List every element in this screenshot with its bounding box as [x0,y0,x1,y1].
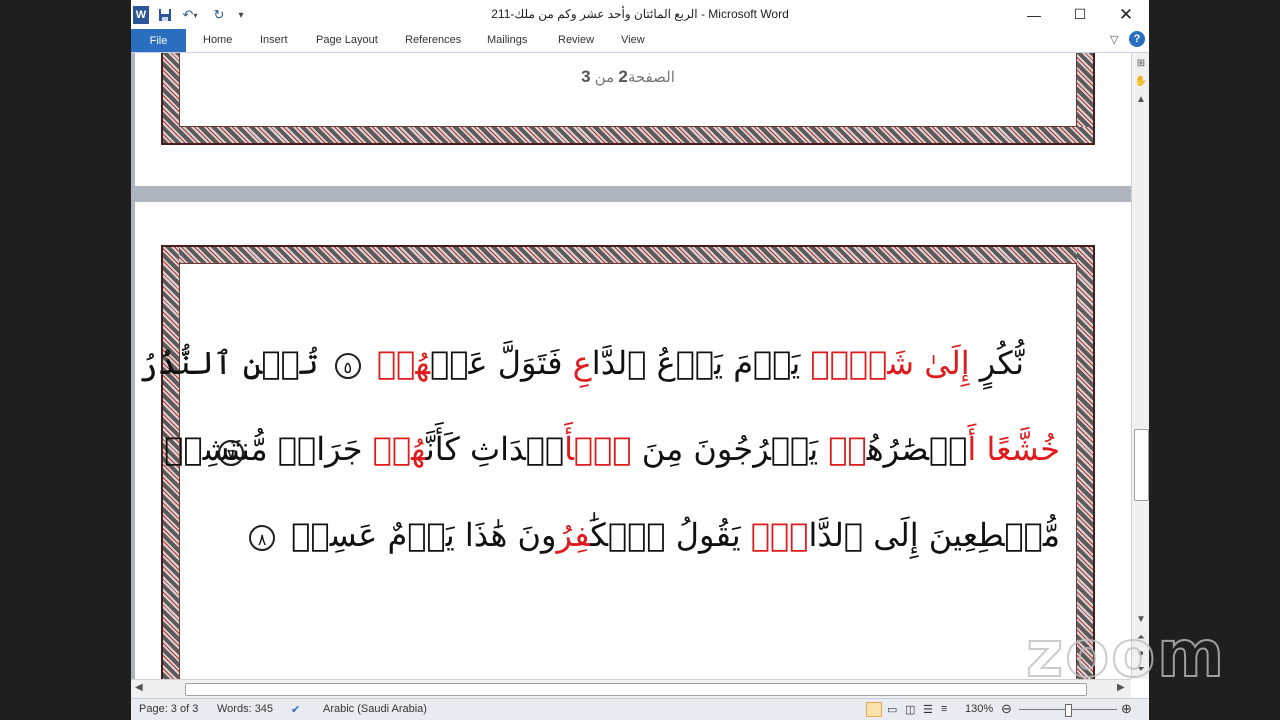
tab-page-layout[interactable]: Page Layout [316,34,378,46]
zoom-out-icon[interactable]: ⊖ [1001,701,1012,717]
status-language[interactable]: Arabic (Saudi Arabia) [323,703,427,715]
word-window: W ↶ ▾ ↻ ▾ الربع المائتان وأحد عشر وكم من … [131,0,1149,720]
vertical-scroll-thumb[interactable] [1134,429,1149,501]
maximize-icon[interactable]: ☐ [1057,0,1103,29]
verse-text-red: عِۖ [750,516,809,554]
outline-icon[interactable]: ☰ [923,703,933,716]
window-title: الربع المائتان وأحد عشر وكم من ملك-211 -… [491,7,789,21]
verse-text: ونَ هَٰذَا يَوۡمٌ عَسِرٞ [291,516,557,554]
status-words[interactable]: Words: 345 [217,703,273,715]
zoom-watermark: zoom [1025,617,1226,693]
tab-insert[interactable]: Insert [260,34,288,46]
verse-text: يَقُولُ ٱلۡكَٰ [590,516,741,554]
verse-text-red: فِرُ [556,516,591,554]
page-footer-num: 2 [618,67,628,86]
verse-text-red: هُمۡ [372,430,426,468]
verse-text-red: خُشَّعًا أَ [967,430,1060,468]
scroll-up-icon[interactable]: ▲ [1134,93,1148,107]
page-number-footer: الصفحة2 من 3 [180,67,1076,87]
verse-line-1: نُّكُرٍ إِلَىٰ شَيۡءٖ يَوۡمَ يَدۡعُ ٱلدَ… [139,344,1060,382]
verse-text: مُّهۡطِعِينَ إِلَى ٱلدَّا [808,516,1060,554]
verse-number-icon: ٧ [218,440,244,466]
hand-icon[interactable]: ✋ [1134,75,1148,89]
status-page[interactable]: Page: 3 of 3 [139,703,198,715]
zoom-level[interactable]: 130% [965,703,993,715]
tab-mailings[interactable]: Mailings [487,34,527,46]
full-screen-reading-icon[interactable]: ▭ [887,703,897,716]
verse-text: يَوۡمَ يَدۡعُ ٱلدَّا [591,344,801,382]
verse-text-red: هُمۡ [376,344,431,382]
print-layout-icon[interactable] [866,702,882,717]
verse-number-icon: ٥ [334,352,361,379]
verse-text: فَتَوَلَّ عَنۡ [430,344,563,382]
horizontal-scroll-thumb[interactable] [185,683,1087,696]
verse-text-red: ٱلۡأَ [564,430,632,468]
verse-text: بۡصَٰرُهُ [866,430,968,468]
verse-text-red: عِ [572,344,592,382]
web-layout-icon[interactable]: ◫ [905,703,915,716]
tab-references[interactable]: References [405,34,461,46]
verse-line-2: ٦ خُشَّعًا أَبۡصَٰرُهُمۡ يَخۡرُجُونَ مِن… [164,430,1060,468]
close-icon[interactable]: ✕ [1103,0,1149,29]
verse-text-red: مۡ [828,430,867,468]
page-border: الصفحة2 من 3 [161,53,1095,145]
document-area[interactable]: الصفحة2 من 3 نُّكُرٍ إِلَىٰ شَيۡءٖ يَوۡم… [131,53,1131,679]
tab-review[interactable]: Review [558,34,594,46]
page-border-inner: الصفحة2 من 3 [179,53,1077,127]
page-border: نُّكُرٍ إِلَىٰ شَيۡءٖ يَوۡمَ يَدۡعُ ٱلدَ… [139,245,1095,679]
page-footer-label: الصفحة [627,69,675,86]
page-footer-of: من [594,69,615,86]
verse-text-red: إِلَىٰ شَيۡءٖ [810,344,970,382]
verse-text: تُغۡنِ ٱلنُّذُرُ [138,344,319,382]
scroll-left-icon[interactable]: ◀ [135,682,143,693]
verse-number-icon: ٨ [249,524,276,551]
verse-text: نُّكُرٍ [979,344,1024,382]
verse-text: جَرَادٞ مُّنتَشِرٞ [164,430,363,468]
ribbon-minimize-icon[interactable]: ▽ [1110,33,1118,46]
help-icon[interactable]: ? [1129,31,1145,47]
page-footer-page: 3 [581,67,591,86]
draft-icon[interactable]: ≡ [941,703,947,715]
zoom-in-icon[interactable]: ⊕ [1121,701,1132,717]
minimize-icon[interactable]: — [1011,0,1057,29]
vertical-scrollbar[interactable]: ⊞ ✋ ▲ ▼ ⏶ ● ⏷ [1131,53,1149,679]
ribbon-tabs: File Home Insert Page Layout References … [131,29,1149,53]
proofing-icon[interactable]: ✔ [291,703,300,716]
page-border-inner: نُّكُرٍ إِلَىٰ شَيۡءٖ يَوۡمَ يَدۡعُ ٱلدَ… [139,263,1077,679]
file-tab[interactable]: File [131,29,186,52]
page-3: نُّكُرٍ إِلَىٰ شَيۡءٖ يَوۡمَ يَدۡعُ ٱلدَ… [135,202,1131,679]
status-bar: Page: 3 of 3 Words: 345 ✔ Arabic (Saudi … [131,698,1149,720]
verse-text: يَخۡرُجُونَ مِنَ [641,430,819,468]
horizontal-scrollbar[interactable]: ◀ ▶ [131,679,1131,698]
tab-view[interactable]: View [621,34,645,46]
verse-text: جۡدَاثِ كَأَنَّ [425,430,565,468]
tab-home[interactable]: Home [203,34,232,46]
page-2-bottom: الصفحة2 من 3 [135,53,1131,186]
page-gap [135,186,1131,202]
zoom-slider-thumb[interactable] [1065,704,1072,717]
verse-line-3: ٧ مُّهۡطِعِينَ إِلَى ٱلدَّاعِۖ يَقُولُ ٱ… [196,440,1060,554]
ruler-toggle-icon[interactable]: ⊞ [1134,57,1148,71]
title-bar: W ↶ ▾ ↻ ▾ الربع المائتان وأحد عشر وكم من … [131,0,1149,29]
